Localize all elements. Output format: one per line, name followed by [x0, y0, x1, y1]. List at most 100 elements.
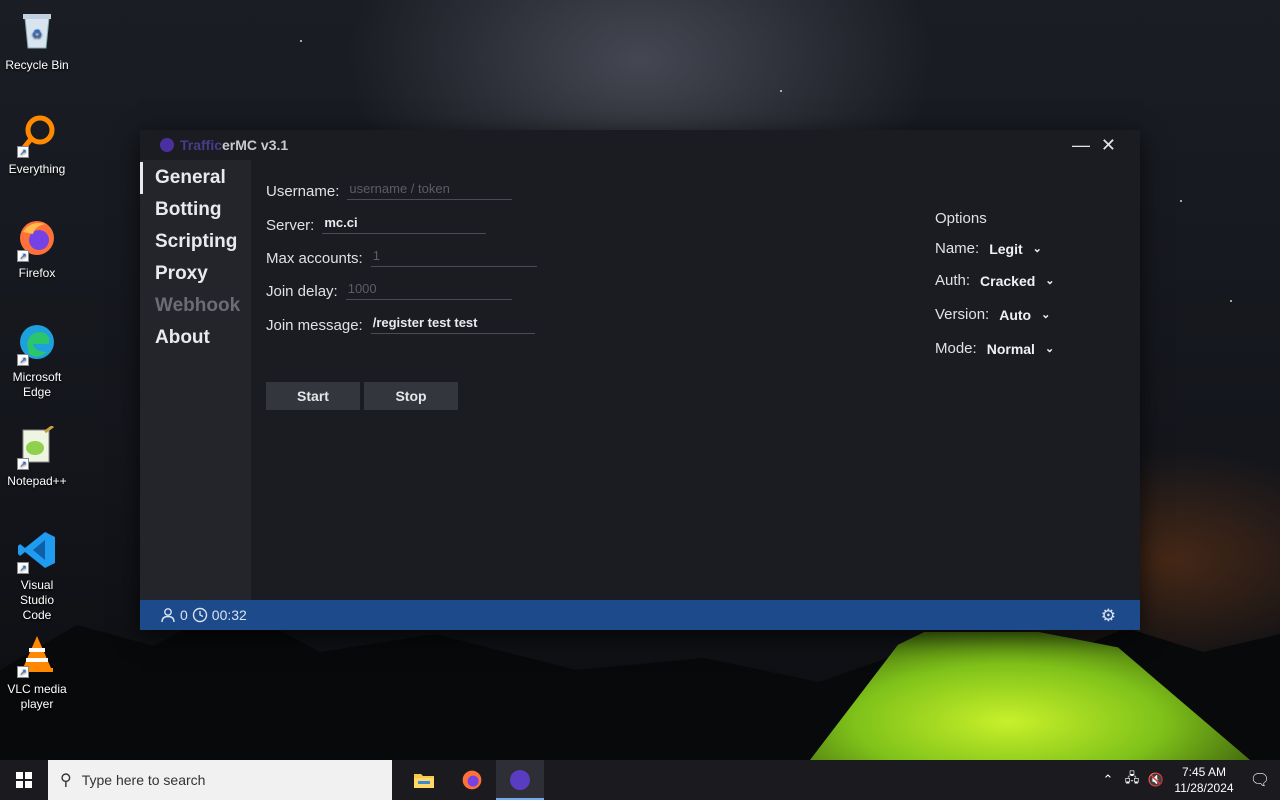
shortcut-arrow-icon: ↗ [17, 146, 29, 158]
title-bar[interactable]: TrafficerMC v3.1 — ✕ [140, 130, 1140, 160]
network-icon[interactable]: 🖧 [1120, 769, 1144, 791]
app-logo-icon [160, 138, 174, 152]
desktop-icon-notepadpp[interactable]: ↗ Notepad++ [4, 424, 70, 489]
shortcut-arrow-icon: ↗ [17, 458, 29, 470]
join-delay-input[interactable]: 1000 [345, 278, 512, 300]
option-name-label: Name: [935, 240, 980, 257]
desktop-icon-label: Recycle Bin [5, 58, 69, 72]
notification-icon[interactable]: 🗨 [1240, 770, 1280, 790]
chevron-down-icon: ⌄ [1044, 343, 1055, 355]
max-accounts-row: Max accounts: 1 [266, 245, 537, 267]
settings-gear-icon[interactable]: ⚙ [1101, 606, 1116, 626]
start-button[interactable]: Start [266, 382, 360, 410]
username-label: Username: [266, 183, 340, 200]
option-version: Version: Auto ⌄ [935, 306, 1050, 323]
trafficermc-window: TrafficerMC v3.1 — ✕ General Botting Scr… [140, 130, 1140, 630]
option-mode-label: Mode: [935, 340, 977, 357]
taskbar-search-box[interactable]: ⚲ Type here to search [48, 760, 392, 800]
desktop-icon-firefox[interactable]: ↗ Firefox [4, 216, 70, 281]
desktop-icon-label: Notepad++ [7, 474, 67, 488]
join-message-row: Join message: /register test test [266, 312, 535, 334]
general-panel: Username: username / token Server: mc.ci… [251, 160, 1140, 600]
join-delay-row: Join delay: 1000 [266, 278, 512, 300]
firefox-icon [462, 770, 482, 790]
taskbar: ⚲ Type here to search ⌃ 🖧 🔇 7:45 AM 11/2… [0, 760, 1280, 800]
clock[interactable]: 7:45 AM 11/28/2024 [1168, 764, 1240, 796]
name-dropdown[interactable]: Legit ⌄ [989, 241, 1042, 257]
nav-botting[interactable]: Botting [140, 194, 251, 226]
star [300, 40, 302, 42]
shortcut-arrow-icon: ↗ [17, 562, 29, 574]
max-accounts-label: Max accounts: [266, 250, 363, 267]
nav-webhook: Webhook [155, 295, 241, 316]
join-message-label: Join message: [266, 317, 363, 334]
option-auth: Auth: Cracked ⌄ [935, 272, 1055, 289]
desktop-icon-label: Everything [8, 162, 66, 176]
username-row: Username: username / token [266, 178, 513, 200]
nav-general[interactable]: General [140, 162, 251, 194]
option-auth-label: Auth: [935, 272, 971, 289]
chevron-down-icon: ⌄ [1032, 243, 1042, 255]
clock-icon [192, 607, 207, 623]
option-mode: Mode: Normal ⌄ [935, 340, 1054, 357]
taskbar-firefox[interactable] [448, 760, 496, 800]
nav-about[interactable]: About [140, 322, 251, 354]
desktop-icon-label: Visual Studio Code [19, 578, 55, 622]
desktop-icon-vlc[interactable]: ↗ VLC media player [4, 632, 70, 712]
user-count: 0 [160, 607, 188, 623]
firefox-icon: ↗ [15, 216, 59, 262]
desktop-icon-everything[interactable]: ↗ Everything [4, 112, 70, 177]
start-button[interactable] [0, 760, 48, 800]
edge-icon: ↗ [15, 320, 59, 366]
shortcut-arrow-icon: ↗ [17, 666, 29, 678]
username-input[interactable]: username / token [347, 178, 513, 200]
join-message-input[interactable]: /register test test [370, 312, 535, 334]
star [1230, 300, 1232, 302]
svg-text:♻: ♻ [32, 27, 43, 41]
close-button[interactable]: ✕ [1101, 135, 1116, 155]
uptime: 00:32 [192, 607, 247, 623]
system-tray: ⌃ 🖧 🔇 7:45 AM 11/28/2024 🗨 [1096, 760, 1280, 800]
option-version-label: Version: [935, 306, 990, 323]
everything-search-icon: ↗ [15, 112, 59, 158]
desktop-icon-edge[interactable]: ↗ Microsoft Edge [4, 320, 70, 400]
star [780, 90, 782, 92]
chevron-down-icon: ⌄ [1045, 275, 1055, 287]
shortcut-arrow-icon: ↗ [17, 250, 29, 262]
desktop-icon-recycle-bin[interactable]: ♻ Recycle Bin [4, 8, 70, 73]
chevron-down-icon: ⌄ [1041, 309, 1051, 321]
option-name: Name: Legit ⌄ [935, 240, 1042, 257]
server-input[interactable]: mc.ci [322, 212, 487, 234]
taskbar-file-explorer[interactable] [400, 760, 448, 800]
minimize-button[interactable]: — [1072, 135, 1090, 155]
chevron-up-icon[interactable]: ⌃ [1096, 772, 1120, 788]
join-delay-label: Join delay: [266, 283, 338, 300]
folder-icon [414, 774, 434, 788]
auth-dropdown[interactable]: Cracked ⌄ [980, 273, 1054, 289]
nav-proxy[interactable]: Proxy [140, 258, 251, 290]
nav-scripting[interactable]: Scripting [140, 226, 251, 258]
version-dropdown[interactable]: Auto ⌄ [999, 307, 1050, 323]
sidebar-nav: General Botting Scripting Proxy Webhook … [140, 160, 251, 600]
desktop-icon-label: VLC media player [7, 682, 67, 711]
options-heading: Options [935, 210, 987, 227]
user-icon [161, 608, 175, 623]
trafficermc-icon [510, 770, 530, 790]
recycle-bin-icon: ♻ [15, 8, 59, 52]
window-title: TrafficerMC v3.1 [180, 137, 289, 153]
vlc-icon: ↗ [15, 632, 59, 678]
clock-date: 11/28/2024 [1174, 781, 1234, 795]
windows-logo-icon [16, 772, 32, 788]
taskbar-trafficermc[interactable] [496, 760, 544, 800]
max-accounts-input[interactable]: 1 [370, 245, 537, 267]
vscode-icon: ↗ [15, 528, 59, 574]
volume-muted-icon[interactable]: 🔇 [1144, 772, 1168, 788]
mode-dropdown[interactable]: Normal ⌄ [987, 341, 1054, 357]
star [1180, 200, 1182, 202]
status-bar: 0 00:32 ⚙ [140, 600, 1140, 630]
desktop-icon-vscode[interactable]: ↗ Visual Studio Code [4, 528, 70, 623]
server-row: Server: mc.ci [266, 212, 487, 234]
stop-button[interactable]: Stop [364, 382, 458, 410]
desktop-icon-label: Microsoft Edge [12, 370, 62, 399]
shortcut-arrow-icon: ↗ [17, 354, 29, 366]
